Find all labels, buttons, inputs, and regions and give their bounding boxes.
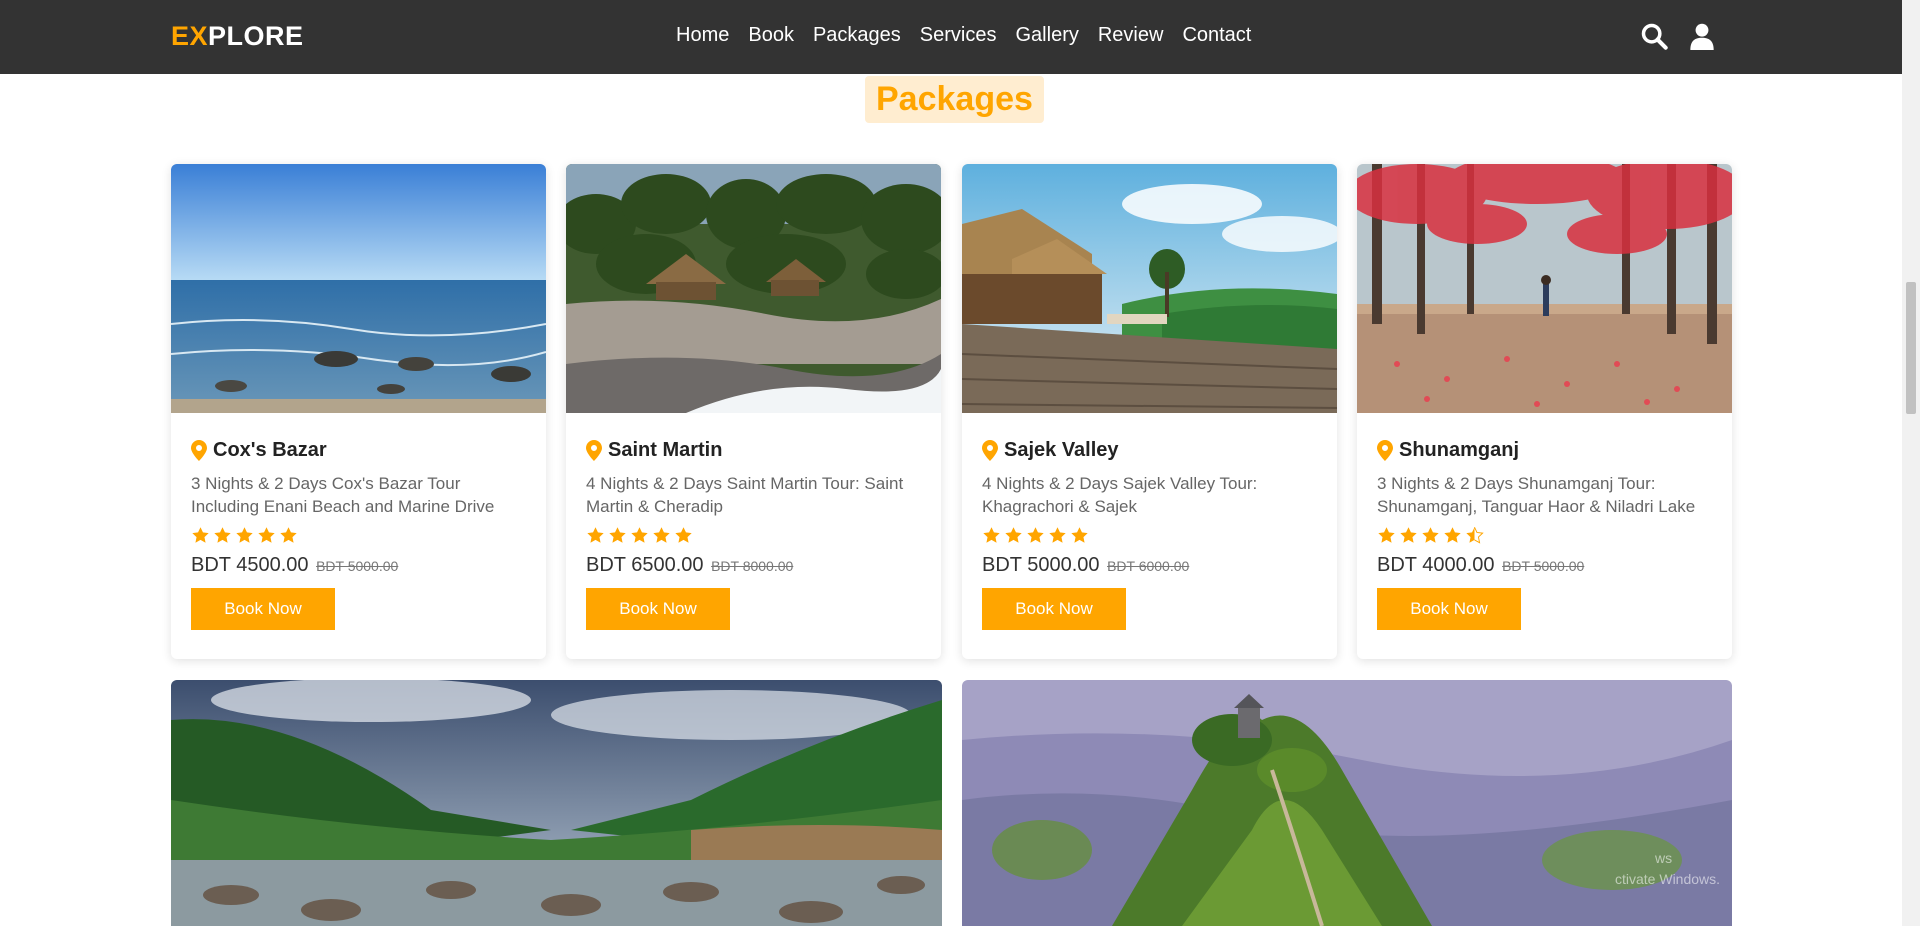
site-header: EXPLORE Home Book Packages Services Gall…: [0, 0, 1902, 74]
package-card: Saint Martin 4 Nights & 2 Days Saint Mar…: [566, 164, 941, 659]
star-icon: [983, 527, 1000, 543]
current-price: BDT 4500.00: [191, 554, 309, 576]
package-location: Cox's Bazar: [213, 439, 327, 461]
star-icon: [236, 527, 253, 543]
package-location: Shunamganj: [1399, 439, 1520, 461]
book-now-button[interactable]: Book Now: [586, 588, 730, 630]
old-price: BDT 8000.00: [711, 558, 794, 574]
book-now-button[interactable]: Book Now: [1377, 588, 1521, 630]
package-price: BDT 4000.00 BDT 5000.00: [1377, 554, 1712, 577]
book-now-button[interactable]: Book Now: [191, 588, 335, 630]
star-icon: [280, 527, 297, 543]
star-icon: [1422, 527, 1439, 543]
star-icon: [609, 527, 626, 543]
nav-book[interactable]: Book: [748, 24, 794, 47]
map-marker-icon: [1377, 440, 1393, 461]
package-image: [1357, 164, 1732, 413]
package-image: [171, 164, 546, 413]
windows-watermark: ws ctivate Windows.: [1615, 850, 1721, 887]
search-icon[interactable]: [1640, 22, 1668, 50]
star-icon: [214, 527, 231, 543]
map-marker-icon: [191, 440, 207, 461]
star-icon: [1071, 527, 1088, 543]
user-icon[interactable]: [1688, 22, 1716, 50]
package-image: [962, 164, 1337, 413]
package-location: Saint Martin: [608, 439, 723, 461]
old-price: BDT 5000.00: [1502, 558, 1585, 574]
star-icon: [631, 527, 648, 543]
nav-home[interactable]: Home: [676, 24, 729, 47]
star-icon: [675, 527, 692, 543]
package-card: Sajek Valley 4 Nights & 2 Days Sajek Val…: [962, 164, 1337, 659]
map-marker-icon: [982, 440, 998, 461]
package-price: BDT 6500.00 BDT 8000.00: [586, 554, 921, 577]
current-price: BDT 5000.00: [982, 554, 1100, 576]
package-card: Shunamganj 3 Nights & 2 Days Shunamganj …: [1357, 164, 1732, 659]
old-price: BDT 5000.00: [316, 558, 399, 574]
map-marker-icon: [586, 440, 602, 461]
package-price: BDT 5000.00 BDT 6000.00: [982, 554, 1317, 577]
star-icon: [1378, 527, 1395, 543]
rating-stars: [191, 526, 526, 545]
nav-services[interactable]: Services: [920, 24, 997, 47]
nav-review[interactable]: Review: [1098, 24, 1164, 47]
nav-gallery[interactable]: Gallery: [1016, 24, 1079, 47]
package-image: [171, 680, 942, 926]
star-icon: [192, 527, 209, 543]
package-description: 4 Nights & 2 Days Saint Martin Tour: Sai…: [586, 474, 904, 516]
star-icon: [653, 527, 670, 543]
package-price: BDT 4500.00 BDT 5000.00: [191, 554, 526, 577]
rating-stars: [1377, 526, 1712, 545]
rating-stars: [586, 526, 921, 545]
star-icon: [1400, 527, 1417, 543]
book-now-button[interactable]: Book Now: [982, 588, 1126, 630]
package-description: 4 Nights & 2 Days Sajek Valley Tour: Kha…: [982, 474, 1258, 516]
nav-contact[interactable]: Contact: [1182, 24, 1251, 47]
site-logo[interactable]: EXPLORE: [171, 21, 304, 52]
page-scrollbar[interactable]: [1902, 0, 1920, 926]
star-icon: [1444, 527, 1461, 543]
star-half-icon: [1466, 526, 1484, 544]
star-icon: [258, 527, 275, 543]
header-icons: [1640, 22, 1716, 50]
package-description: 3 Nights & 2 Days Cox's Bazar Tour Inclu…: [191, 474, 495, 516]
main-nav: Home Book Packages Services Gallery Revi…: [676, 24, 1270, 47]
rating-stars: [982, 526, 1317, 545]
old-price: BDT 6000.00: [1107, 558, 1190, 574]
scrollbar-thumb[interactable]: [1906, 282, 1916, 414]
star-icon: [1027, 527, 1044, 543]
package-location: Sajek Valley: [1004, 439, 1119, 461]
current-price: BDT 4000.00: [1377, 554, 1495, 576]
package-card: Cox's Bazar 3 Nights & 2 Days Cox's Baza…: [171, 164, 546, 659]
nav-packages[interactable]: Packages: [813, 24, 901, 47]
star-icon: [1005, 527, 1022, 543]
star-icon: [587, 527, 604, 543]
current-price: BDT 6500.00: [586, 554, 704, 576]
star-icon: [1049, 527, 1066, 543]
package-description: 3 Nights & 2 Days Shunamganj Tour: Shuna…: [1377, 474, 1696, 516]
section-title: Packages: [865, 76, 1044, 123]
package-image: [566, 164, 941, 413]
